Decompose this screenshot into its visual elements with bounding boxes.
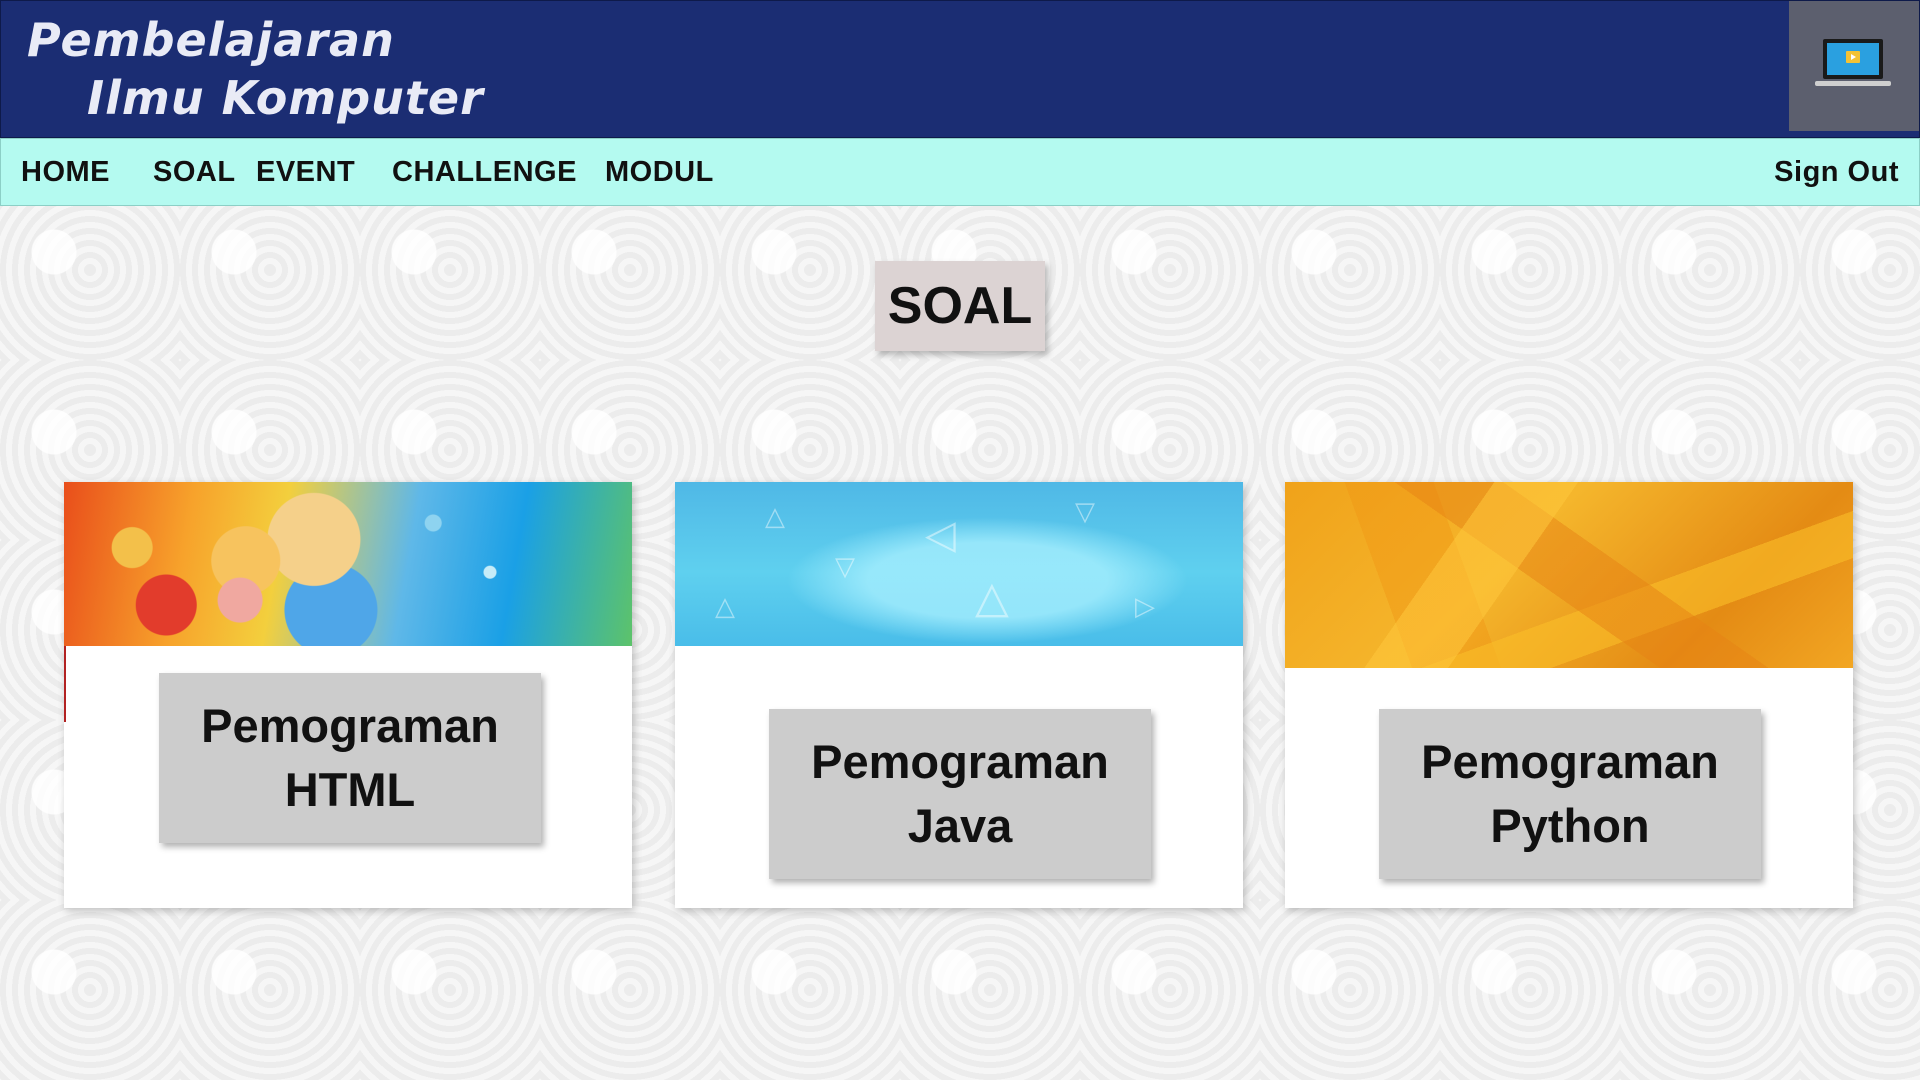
java-course-button[interactable]: Pemograman Java: [769, 709, 1151, 879]
card-image-triangles: △ ▽ ◁ △ ▽ ▷ △: [675, 482, 1243, 646]
card-accent-edge: [64, 646, 66, 722]
laptop-icon: [1815, 39, 1891, 86]
brand-title-line1: Pembelajaran: [27, 13, 395, 67]
python-course-button[interactable]: Pemograman Python: [1379, 709, 1761, 879]
sign-out-link[interactable]: Sign Out: [1774, 139, 1899, 205]
main-nav: HOME SOAL EVENT CHALLENGE MODUL Sign Out: [0, 138, 1920, 206]
nav-event[interactable]: EVENT: [256, 139, 355, 205]
nav-challenge[interactable]: CHALLENGE: [392, 139, 577, 205]
app-header: Pembelajaran Ilmu Komputer: [0, 0, 1920, 138]
card-python: Pemograman Python: [1285, 482, 1853, 908]
nav-home[interactable]: HOME: [21, 139, 110, 205]
device-panel[interactable]: [1789, 1, 1919, 131]
nav-soal[interactable]: SOAL: [153, 139, 236, 205]
brand-title-line2: Ilmu Komputer: [87, 71, 484, 125]
card-java: △ ▽ ◁ △ ▽ ▷ △ Pemograman Java: [675, 482, 1243, 908]
card-image-bubbles: [64, 482, 632, 646]
nav-modul[interactable]: MODUL: [605, 139, 714, 205]
html-course-button[interactable]: Pemograman HTML: [159, 673, 541, 843]
page-title: SOAL: [875, 261, 1045, 351]
card-image-geometric: [1285, 482, 1853, 668]
app-brand: Pembelajaran Ilmu Komputer: [27, 11, 484, 127]
card-html: Pemograman HTML: [64, 482, 632, 908]
